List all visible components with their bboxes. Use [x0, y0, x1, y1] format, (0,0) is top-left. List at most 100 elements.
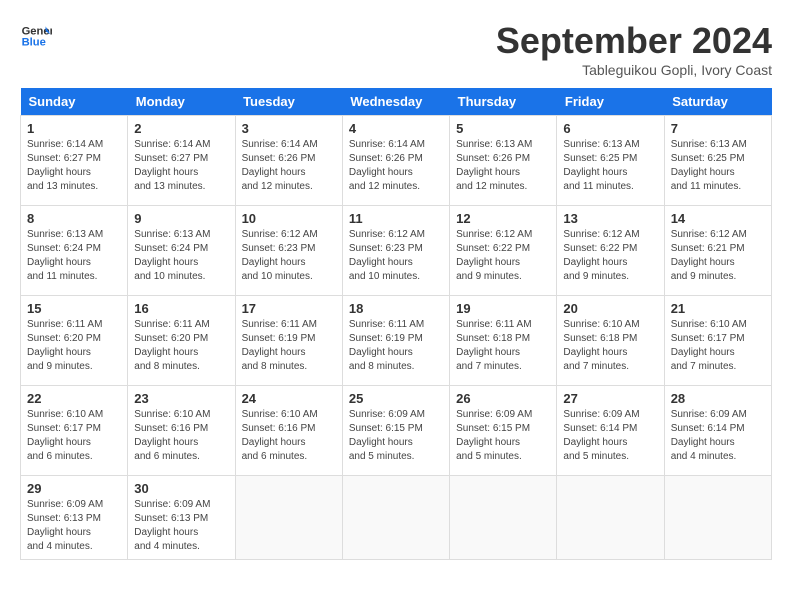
table-row: 3 Sunrise: 6:14 AMSunset: 6:26 PMDayligh…	[235, 116, 342, 206]
day-detail: Sunrise: 6:12 AMSunset: 6:23 PMDaylight …	[349, 228, 443, 284]
day-detail: Sunrise: 6:09 AMSunset: 6:13 PMDaylight …	[27, 498, 121, 554]
day-number: 16	[134, 301, 228, 316]
day-number: 29	[27, 481, 121, 496]
day-number: 20	[563, 301, 657, 316]
day-detail: Sunrise: 6:14 AMSunset: 6:27 PMDaylight …	[27, 138, 121, 194]
day-detail: Sunrise: 6:09 AMSunset: 6:15 PMDaylight …	[456, 408, 550, 464]
day-detail: Sunrise: 6:14 AMSunset: 6:26 PMDaylight …	[242, 138, 336, 194]
table-row: 27 Sunrise: 6:09 AMSunset: 6:14 PMDaylig…	[557, 386, 664, 476]
table-row: 20 Sunrise: 6:10 AMSunset: 6:18 PMDaylig…	[557, 296, 664, 386]
table-row	[557, 476, 664, 560]
day-number: 21	[671, 301, 765, 316]
calendar-subtitle: Tableguikou Gopli, Ivory Coast	[496, 62, 772, 78]
table-row: 23 Sunrise: 6:10 AMSunset: 6:16 PMDaylig…	[128, 386, 235, 476]
weekday-header-row: Sunday Monday Tuesday Wednesday Thursday…	[21, 88, 772, 116]
header-wednesday: Wednesday	[342, 88, 449, 116]
day-detail: Sunrise: 6:13 AMSunset: 6:25 PMDaylight …	[563, 138, 657, 194]
header-friday: Friday	[557, 88, 664, 116]
day-number: 5	[456, 121, 550, 136]
table-row: 17 Sunrise: 6:11 AMSunset: 6:19 PMDaylig…	[235, 296, 342, 386]
table-row: 7 Sunrise: 6:13 AMSunset: 6:25 PMDayligh…	[664, 116, 771, 206]
calendar-week-row: 29 Sunrise: 6:09 AMSunset: 6:13 PMDaylig…	[21, 476, 772, 560]
table-row: 14 Sunrise: 6:12 AMSunset: 6:21 PMDaylig…	[664, 206, 771, 296]
table-row: 18 Sunrise: 6:11 AMSunset: 6:19 PMDaylig…	[342, 296, 449, 386]
day-detail: Sunrise: 6:11 AMSunset: 6:18 PMDaylight …	[456, 318, 550, 374]
day-number: 10	[242, 211, 336, 226]
header-thursday: Thursday	[450, 88, 557, 116]
table-row: 15 Sunrise: 6:11 AMSunset: 6:20 PMDaylig…	[21, 296, 128, 386]
table-row	[235, 476, 342, 560]
day-detail: Sunrise: 6:10 AMSunset: 6:18 PMDaylight …	[563, 318, 657, 374]
table-row: 11 Sunrise: 6:12 AMSunset: 6:23 PMDaylig…	[342, 206, 449, 296]
day-detail: Sunrise: 6:11 AMSunset: 6:19 PMDaylight …	[242, 318, 336, 374]
day-detail: Sunrise: 6:10 AMSunset: 6:17 PMDaylight …	[671, 318, 765, 374]
table-row: 25 Sunrise: 6:09 AMSunset: 6:15 PMDaylig…	[342, 386, 449, 476]
table-row: 9 Sunrise: 6:13 AMSunset: 6:24 PMDayligh…	[128, 206, 235, 296]
day-detail: Sunrise: 6:12 AMSunset: 6:23 PMDaylight …	[242, 228, 336, 284]
table-row: 22 Sunrise: 6:10 AMSunset: 6:17 PMDaylig…	[21, 386, 128, 476]
table-row: 6 Sunrise: 6:13 AMSunset: 6:25 PMDayligh…	[557, 116, 664, 206]
day-detail: Sunrise: 6:13 AMSunset: 6:24 PMDaylight …	[134, 228, 228, 284]
day-number: 25	[349, 391, 443, 406]
title-section: September 2024 Tableguikou Gopli, Ivory …	[496, 20, 772, 78]
calendar-week-row: 8 Sunrise: 6:13 AMSunset: 6:24 PMDayligh…	[21, 206, 772, 296]
table-row: 5 Sunrise: 6:13 AMSunset: 6:26 PMDayligh…	[450, 116, 557, 206]
day-number: 18	[349, 301, 443, 316]
day-detail: Sunrise: 6:11 AMSunset: 6:20 PMDaylight …	[27, 318, 121, 374]
table-row: 26 Sunrise: 6:09 AMSunset: 6:15 PMDaylig…	[450, 386, 557, 476]
table-row: 29 Sunrise: 6:09 AMSunset: 6:13 PMDaylig…	[21, 476, 128, 560]
table-row: 2 Sunrise: 6:14 AMSunset: 6:27 PMDayligh…	[128, 116, 235, 206]
day-detail: Sunrise: 6:13 AMSunset: 6:24 PMDaylight …	[27, 228, 121, 284]
table-row: 1 Sunrise: 6:14 AMSunset: 6:27 PMDayligh…	[21, 116, 128, 206]
day-number: 22	[27, 391, 121, 406]
calendar-week-row: 1 Sunrise: 6:14 AMSunset: 6:27 PMDayligh…	[21, 116, 772, 206]
day-number: 9	[134, 211, 228, 226]
table-row: 4 Sunrise: 6:14 AMSunset: 6:26 PMDayligh…	[342, 116, 449, 206]
day-number: 24	[242, 391, 336, 406]
day-number: 4	[349, 121, 443, 136]
calendar-week-row: 22 Sunrise: 6:10 AMSunset: 6:17 PMDaylig…	[21, 386, 772, 476]
day-number: 13	[563, 211, 657, 226]
header-sunday: Sunday	[21, 88, 128, 116]
day-detail: Sunrise: 6:12 AMSunset: 6:22 PMDaylight …	[456, 228, 550, 284]
day-detail: Sunrise: 6:14 AMSunset: 6:26 PMDaylight …	[349, 138, 443, 194]
table-row: 16 Sunrise: 6:11 AMSunset: 6:20 PMDaylig…	[128, 296, 235, 386]
page-header: General Blue September 2024 Tableguikou …	[20, 20, 772, 78]
day-detail: Sunrise: 6:12 AMSunset: 6:21 PMDaylight …	[671, 228, 765, 284]
day-number: 8	[27, 211, 121, 226]
day-detail: Sunrise: 6:09 AMSunset: 6:14 PMDaylight …	[563, 408, 657, 464]
day-number: 6	[563, 121, 657, 136]
calendar-table: Sunday Monday Tuesday Wednesday Thursday…	[20, 88, 772, 560]
table-row	[664, 476, 771, 560]
logo: General Blue	[20, 20, 52, 52]
day-number: 28	[671, 391, 765, 406]
day-detail: Sunrise: 6:09 AMSunset: 6:13 PMDaylight …	[134, 498, 228, 554]
day-detail: Sunrise: 6:14 AMSunset: 6:27 PMDaylight …	[134, 138, 228, 194]
day-number: 1	[27, 121, 121, 136]
table-row: 21 Sunrise: 6:10 AMSunset: 6:17 PMDaylig…	[664, 296, 771, 386]
day-number: 17	[242, 301, 336, 316]
day-number: 3	[242, 121, 336, 136]
day-detail: Sunrise: 6:09 AMSunset: 6:14 PMDaylight …	[671, 408, 765, 464]
day-detail: Sunrise: 6:11 AMSunset: 6:19 PMDaylight …	[349, 318, 443, 374]
day-number: 27	[563, 391, 657, 406]
day-detail: Sunrise: 6:13 AMSunset: 6:25 PMDaylight …	[671, 138, 765, 194]
table-row: 13 Sunrise: 6:12 AMSunset: 6:22 PMDaylig…	[557, 206, 664, 296]
table-row	[450, 476, 557, 560]
day-detail: Sunrise: 6:10 AMSunset: 6:16 PMDaylight …	[134, 408, 228, 464]
table-row: 19 Sunrise: 6:11 AMSunset: 6:18 PMDaylig…	[450, 296, 557, 386]
header-tuesday: Tuesday	[235, 88, 342, 116]
logo-icon: General Blue	[20, 20, 52, 52]
day-number: 19	[456, 301, 550, 316]
day-detail: Sunrise: 6:12 AMSunset: 6:22 PMDaylight …	[563, 228, 657, 284]
table-row: 30 Sunrise: 6:09 AMSunset: 6:13 PMDaylig…	[128, 476, 235, 560]
day-number: 12	[456, 211, 550, 226]
calendar-title: September 2024	[496, 20, 772, 62]
day-number: 11	[349, 211, 443, 226]
table-row: 10 Sunrise: 6:12 AMSunset: 6:23 PMDaylig…	[235, 206, 342, 296]
table-row: 28 Sunrise: 6:09 AMSunset: 6:14 PMDaylig…	[664, 386, 771, 476]
day-number: 7	[671, 121, 765, 136]
day-number: 15	[27, 301, 121, 316]
day-detail: Sunrise: 6:10 AMSunset: 6:16 PMDaylight …	[242, 408, 336, 464]
day-detail: Sunrise: 6:09 AMSunset: 6:15 PMDaylight …	[349, 408, 443, 464]
